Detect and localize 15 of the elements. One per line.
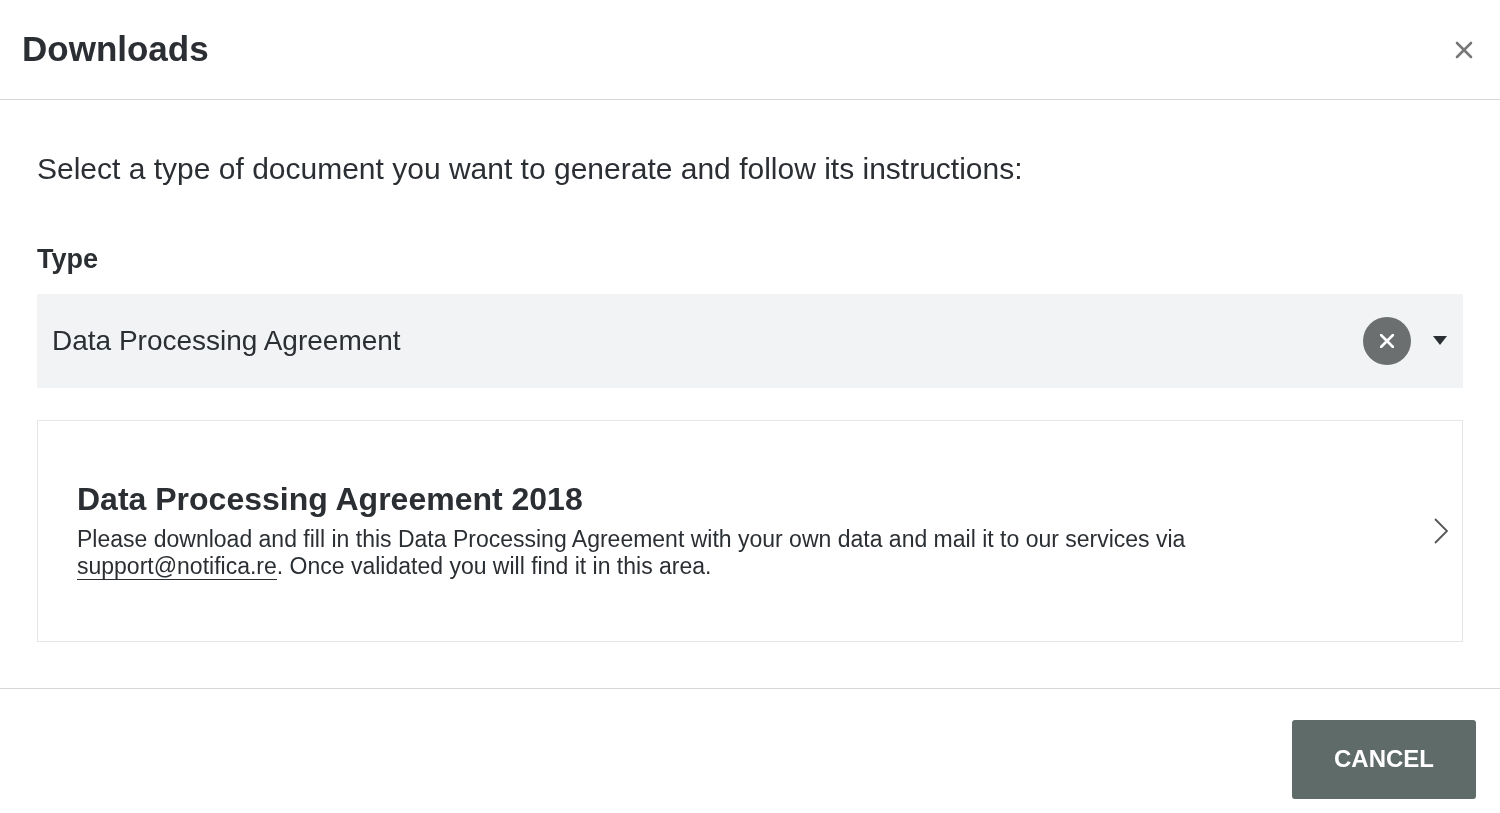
close-icon: [1455, 40, 1473, 59]
document-title: Data Processing Agreement 2018: [77, 481, 584, 518]
document-card[interactable]: [37, 419, 1463, 642]
type-select[interactable]: Data Processing Agreement: [37, 293, 1463, 388]
chevron-right-icon: [1434, 517, 1448, 544]
cancel-button[interactable]: CANCEL: [1292, 719, 1476, 799]
clear-icon: [1380, 333, 1394, 348]
intro-text: Select a type of document you want to generate and follow its instructions:: [37, 151, 1024, 187]
select-value: Data Processing Agreement: [52, 323, 402, 358]
clear-button[interactable]: [1363, 316, 1411, 365]
field-label: Type: [37, 243, 99, 276]
document-description: Please download and fill in this Data Processing Agreement with your own data and mail it to our services via support@notifica.re. Once validated you will find it in this area.: [77, 525, 1187, 580]
caret-icon: [1433, 336, 1447, 345]
dialog-title: Downloads: [22, 28, 209, 71]
support-email-link[interactable]: support@notifica.re: [77, 552, 277, 580]
